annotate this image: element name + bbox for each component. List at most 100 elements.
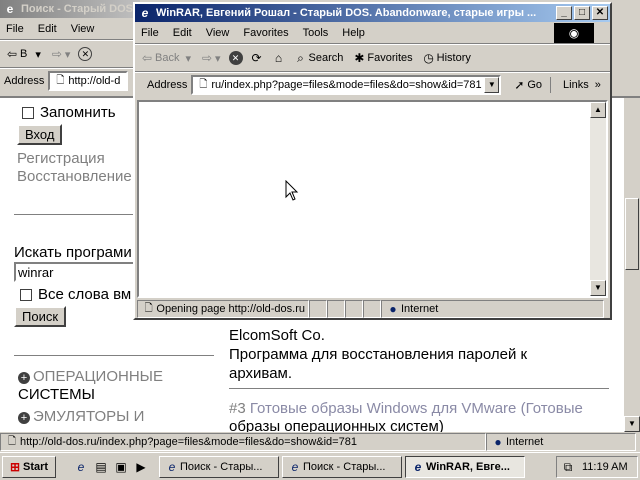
popup-status-bar: 🗋 Opening page http://old-dos.ru ● Interne… bbox=[137, 299, 608, 318]
status-panel-empty bbox=[309, 300, 327, 318]
menu-file[interactable]: File bbox=[141, 27, 159, 39]
forward-arrow-icon: ⇨ bbox=[201, 51, 213, 65]
divider bbox=[14, 355, 214, 356]
ie-icon: e bbox=[141, 6, 149, 20]
bg-stop-icon[interactable]: ✕ bbox=[78, 47, 93, 61]
clock[interactable]: 11:19 AM bbox=[582, 461, 628, 473]
search-input[interactable]: winrar bbox=[14, 262, 136, 282]
go-button[interactable]: ➚ Go bbox=[511, 76, 552, 93]
ie-icon: e bbox=[291, 459, 299, 474]
bg-address-input[interactable]: 🗋 http://old-d bbox=[48, 70, 129, 91]
popup-status-text: 🗋 Opening page http://old-dos.ru bbox=[137, 300, 309, 318]
bg-back-button[interactable]: ⇦ B ▾ bbox=[4, 46, 41, 62]
category-os-line2: СИСТЕМЫ bbox=[18, 386, 95, 403]
plus-circle-icon: + bbox=[18, 372, 30, 384]
task-button-winrar[interactable]: e WinRAR, Евге... bbox=[405, 455, 525, 478]
quicklaunch-media-icon[interactable]: ▶ bbox=[133, 459, 149, 475]
popup-vertical-scrollbar[interactable]: ▲ ▼ bbox=[590, 102, 606, 296]
search-button[interactable]: Поиск bbox=[14, 306, 67, 327]
menu-view[interactable]: View bbox=[206, 27, 230, 39]
description-line-2: архивам. bbox=[229, 365, 293, 382]
menu-edit[interactable]: Edit bbox=[173, 27, 192, 39]
menu-tools[interactable]: Tools bbox=[303, 27, 329, 39]
background-menu-bar: File Edit View bbox=[0, 18, 140, 40]
register-link[interactable]: Регистрация bbox=[17, 150, 105, 167]
bg-menu-edit[interactable]: Edit bbox=[38, 23, 57, 35]
all-words-checkbox-row[interactable]: Все слова вм bbox=[20, 286, 131, 303]
quicklaunch-desktop-icon[interactable]: ▤ bbox=[93, 459, 109, 475]
favorites-star-icon: ✱ bbox=[354, 51, 365, 65]
page-icon: 🗋 bbox=[144, 303, 153, 314]
remember-checkbox-row[interactable]: Запомнить bbox=[22, 104, 116, 121]
maximize-button[interactable]: □ bbox=[574, 6, 590, 20]
bg-menu-file[interactable]: File bbox=[6, 23, 24, 35]
popup-menu-bar: File Edit View Favorites Tools Help ◉ bbox=[135, 22, 610, 44]
popup-toolbar: ⇦ Back ▾ ⇨ ▾ ✕ ⟳ ⌂ ⌕ Search ✱ Favorites ◷ Hist… bbox=[135, 44, 610, 72]
background-title-bar[interactable]: e Поиск - Старый DOS bbox=[0, 0, 140, 18]
network-tray-icon[interactable]: ⧉ bbox=[560, 459, 576, 475]
search-label: Искать програми bbox=[14, 244, 132, 261]
description-line-1: Программа для восстановления паролей к bbox=[229, 346, 528, 363]
quicklaunch-explorer-icon[interactable]: ▣ bbox=[113, 459, 129, 475]
quicklaunch-ie-icon[interactable]: e bbox=[73, 459, 89, 475]
restore-link[interactable]: Восстановление bbox=[17, 168, 132, 185]
bg-back-dropdown-icon[interactable]: ▾ bbox=[35, 48, 41, 61]
popup-scroll-up-button[interactable]: ▲ bbox=[590, 102, 606, 118]
popup-address-bar: Address 🗋 ru/index.php?page=files&mode=f… bbox=[135, 72, 610, 96]
divider bbox=[14, 214, 136, 215]
page-icon: 🗋 bbox=[199, 78, 208, 90]
background-vertical-scrollbar[interactable]: ▼ bbox=[624, 98, 640, 432]
address-dropdown-button[interactable]: ▼ bbox=[484, 76, 500, 93]
bg-menu-view[interactable]: View bbox=[71, 23, 95, 35]
history-toolbar-button[interactable]: ◷ History bbox=[421, 50, 470, 66]
start-button[interactable]: ⊞ Start bbox=[2, 455, 56, 478]
remember-checkbox[interactable] bbox=[22, 107, 34, 120]
menu-favorites[interactable]: Favorites bbox=[243, 27, 288, 39]
popup-window-title: WinRAR, Евгений Рошал - Старый DOS. Aban… bbox=[156, 7, 537, 19]
address-input[interactable]: 🗋 ru/index.php?page=files&mode=files&do=… bbox=[191, 74, 502, 95]
bg-forward-button[interactable]: ⇨ ▾ bbox=[49, 46, 71, 62]
task-button-search-2[interactable]: e Поиск - Стары... bbox=[282, 455, 402, 478]
category-os[interactable]: + ОПЕРАЦИОННЫЕ bbox=[18, 368, 163, 385]
search-result-3-line2: образы операционных систем) bbox=[229, 418, 444, 432]
ie-icon: e bbox=[168, 459, 176, 474]
status-panel-empty bbox=[345, 300, 363, 318]
refresh-icon[interactable]: ⟳ bbox=[249, 50, 265, 66]
scrollbar-thumb[interactable] bbox=[625, 198, 639, 270]
background-status-bar: 🗋 http://old-dos.ru/index.php?page=files&… bbox=[0, 432, 640, 452]
search-toolbar-button[interactable]: ⌕ Search bbox=[293, 50, 343, 66]
popup-status-zone: ● Internet bbox=[381, 300, 604, 318]
bg-address-label: Address bbox=[4, 74, 45, 87]
minimize-button[interactable]: _ bbox=[556, 6, 572, 20]
history-clock-icon: ◷ bbox=[423, 51, 434, 65]
stop-icon[interactable]: ✕ bbox=[228, 51, 243, 65]
search-result-3[interactable]: #3 Готовые образы Windows для VMware (Го… bbox=[229, 400, 583, 417]
category-emulators[interactable]: + ЭМУЛЯТОРЫ И bbox=[18, 408, 144, 425]
taskbar: ⊞ Start e ▤ ▣ ▶ e Поиск - Стары... e Поиск … bbox=[0, 452, 640, 480]
menu-help[interactable]: Help bbox=[342, 27, 365, 39]
background-address-bar: Address 🗋 http://old-d bbox=[0, 68, 140, 92]
back-button[interactable]: ⇦ Back ▾ bbox=[139, 50, 191, 66]
forward-button[interactable]: ⇨ ▾ bbox=[199, 50, 221, 66]
back-dropdown-icon[interactable]: ▾ bbox=[185, 52, 191, 65]
close-button[interactable]: ✕ bbox=[592, 6, 608, 20]
status-panel-empty bbox=[363, 300, 381, 318]
links-button[interactable]: Links bbox=[563, 79, 589, 91]
globe-icon: ● bbox=[494, 435, 502, 449]
popup-page-content[interactable]: ▲ ▼ bbox=[137, 100, 608, 298]
popup-scroll-down-button[interactable]: ▼ bbox=[590, 280, 606, 296]
ie-icon: e bbox=[414, 459, 422, 474]
page-icon: 🗋 bbox=[7, 436, 17, 447]
login-button[interactable]: Вход bbox=[17, 124, 63, 145]
popup-title-bar[interactable]: e WinRAR, Евгений Рошал - Старый DOS. Ab… bbox=[135, 4, 610, 22]
home-icon[interactable]: ⌂ bbox=[271, 50, 287, 66]
popup-browser-window: e WinRAR, Евгений Рошал - Старый DOS. Ab… bbox=[133, 2, 612, 320]
links-chevron-icon[interactable]: » bbox=[595, 79, 601, 91]
favorites-toolbar-button[interactable]: ✱ Favorites bbox=[351, 50, 412, 66]
background-toolbar: ⇦ B ▾ ⇨ ▾ ✕ bbox=[0, 40, 140, 68]
scroll-down-button[interactable]: ▼ bbox=[624, 416, 640, 432]
all-words-checkbox[interactable] bbox=[20, 289, 32, 302]
windows-flag-icon: ⊞ bbox=[9, 459, 21, 474]
task-button-search-1[interactable]: e Поиск - Стары... bbox=[159, 455, 279, 478]
windows-logo-icon: ◉ bbox=[554, 23, 594, 43]
